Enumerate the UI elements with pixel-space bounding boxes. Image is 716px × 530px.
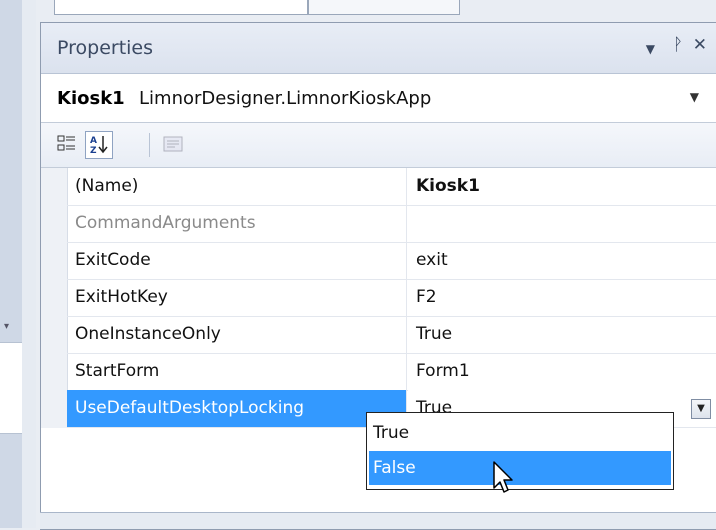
property-value[interactable]: Kiosk1 (408, 168, 716, 205)
top-tab-2[interactable] (308, 0, 460, 15)
property-row-oneinstanceonly[interactable]: OneInstanceOnly True (67, 316, 716, 354)
property-row-exithotkey[interactable]: ExitHotKey F2 (67, 279, 716, 317)
grid-gutter (41, 168, 68, 428)
pin-dropdown-icon[interactable]: ▼ (646, 39, 655, 59)
svg-text:Z: Z (90, 146, 97, 156)
property-row-commandarguments[interactable]: CommandArguments (67, 205, 716, 243)
object-type: LimnorDesigner.LimnorKioskApp (139, 88, 432, 109)
top-tab-strip (36, 0, 716, 20)
toolbar-separator (149, 133, 150, 157)
value-dropdown-list: True False (366, 412, 674, 490)
property-name: ExitCode (67, 242, 407, 279)
property-value[interactable] (408, 205, 716, 242)
object-selector[interactable]: Kiosk1 LimnorDesigner.LimnorKioskApp ▼ (41, 74, 716, 123)
splitter[interactable] (22, 0, 36, 528)
panel-titlebar: Properties ▼ ᚹ ✕ (41, 23, 716, 74)
pushpin-icon[interactable]: ᚹ (673, 35, 683, 55)
svg-text:A: A (90, 136, 97, 146)
property-value[interactable]: True (408, 316, 716, 353)
property-row-startform[interactable]: StartForm Form1 (67, 353, 716, 391)
property-row-exitcode[interactable]: ExitCode exit (67, 242, 716, 280)
panel-title: Properties (57, 37, 154, 59)
property-name: (Name) (67, 168, 407, 205)
property-name: OneInstanceOnly (67, 316, 407, 353)
property-name: StartForm (67, 353, 407, 390)
chevron-down-icon[interactable]: ▼ (690, 90, 699, 104)
property-name: ExitHotKey (67, 279, 407, 316)
categorized-icon[interactable] (53, 131, 81, 159)
designer-area (0, 342, 22, 434)
dropdown-option-false[interactable]: False (369, 451, 671, 485)
property-row-name[interactable]: (Name) Kiosk1 (67, 168, 716, 206)
designer-left-strip: ▾ (0, 0, 23, 528)
property-name: UseDefaultDesktopLocking (67, 390, 407, 427)
property-value[interactable]: Form1 (408, 353, 716, 390)
alphabetical-icon[interactable]: A Z (85, 131, 113, 159)
mouse-cursor-icon (492, 460, 516, 496)
property-value[interactable]: exit (408, 242, 716, 279)
splitter-grip-icon[interactable]: ▾ (4, 322, 14, 332)
close-icon[interactable]: ✕ (693, 35, 707, 55)
top-tab-1[interactable] (54, 0, 308, 15)
properties-toolbar: A Z (41, 123, 716, 168)
dropdown-arrow-icon[interactable]: ▼ (691, 399, 711, 419)
bottom-edge (40, 512, 716, 529)
property-value[interactable]: F2 (408, 279, 716, 316)
dropdown-option-true[interactable]: True (369, 416, 671, 450)
object-name: Kiosk1 (57, 88, 125, 109)
property-name: CommandArguments (67, 205, 407, 242)
property-pages-icon[interactable] (159, 131, 187, 159)
